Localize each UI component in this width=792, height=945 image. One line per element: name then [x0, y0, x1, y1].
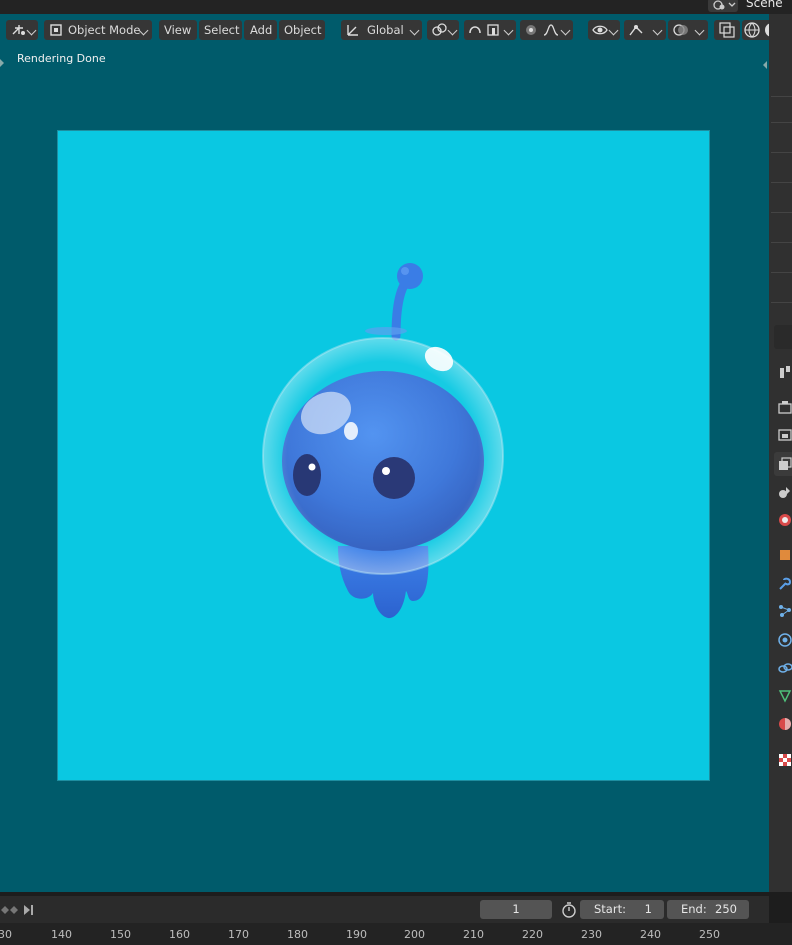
end-frame-field[interactable]: End: 250: [667, 900, 749, 919]
falloff-curve-icon: [543, 24, 559, 36]
world-properties-icon[interactable]: [778, 513, 792, 527]
object-properties-icon[interactable]: [778, 548, 792, 562]
tool-properties-icon[interactable]: [778, 365, 792, 379]
render-properties-icon[interactable]: [778, 400, 792, 414]
visibility-icon: [592, 25, 608, 35]
ruler-tick: 160: [169, 928, 190, 941]
output-properties-icon[interactable]: [778, 428, 792, 442]
modifier-icon[interactable]: [778, 577, 792, 591]
overlay-icon: [673, 24, 688, 36]
rendered-image: [57, 130, 710, 781]
toolbar-expand-icon[interactable]: [0, 59, 4, 67]
properties-editor-button[interactable]: [774, 325, 792, 349]
ruler-tick: 180: [287, 928, 308, 941]
ruler-tick: 190: [346, 928, 367, 941]
transform-orientation-dropdown[interactable]: Global: [341, 20, 422, 40]
visibility-dropdown[interactable]: [588, 20, 620, 40]
pivot-point-dropdown[interactable]: [427, 20, 459, 40]
ruler-tick: 230: [581, 928, 602, 941]
top-bar: [0, 0, 792, 14]
editor-type-button[interactable]: [6, 20, 38, 40]
ruler-tick: 170: [228, 928, 249, 941]
menu-add[interactable]: Add: [244, 20, 277, 40]
snap-group[interactable]: [464, 20, 516, 40]
mode-dropdown[interactable]: Object Mode: [44, 20, 152, 40]
ruler-tick: 250: [699, 928, 720, 941]
proportional-edit-icon: [526, 25, 536, 35]
scene-selector-button[interactable]: [708, 0, 738, 12]
scene-properties-icon[interactable]: [778, 485, 792, 499]
scene-icon: [713, 0, 736, 10]
texture-icon[interactable]: [778, 753, 792, 767]
ruler-tick: 210: [463, 928, 484, 941]
pivot-point-icon: [432, 23, 447, 36]
particles-icon[interactable]: [778, 604, 792, 618]
alien-character-render: [262, 263, 504, 619]
keyframe-jump-icon[interactable]: [0, 901, 40, 919]
sidebar-expand-icon[interactable]: [763, 61, 767, 69]
ruler-tick: 220: [522, 928, 543, 941]
start-frame-field[interactable]: Start: 1: [580, 900, 664, 919]
wireframe-shading-icon: [744, 22, 760, 38]
mode-label: Object Mode: [68, 23, 141, 37]
stopwatch-icon[interactable]: [560, 901, 578, 919]
snap-target-icon: [487, 24, 499, 36]
xray-icon: [719, 22, 735, 38]
ruler-tick: 30: [0, 928, 12, 941]
xray-toggle[interactable]: [714, 20, 740, 40]
overlay-toggle[interactable]: [668, 20, 708, 40]
material-icon[interactable]: [778, 717, 792, 731]
gizmo-toggle[interactable]: [624, 20, 666, 40]
snap-icon: [469, 26, 481, 34]
ruler-tick: 240: [640, 928, 661, 941]
ruler-tick: 140: [51, 928, 72, 941]
render-status-text: Rendering Done: [17, 52, 106, 65]
object-mode-icon: [50, 24, 62, 36]
object-data-icon[interactable]: [778, 689, 792, 703]
ruler-tick: 200: [404, 928, 425, 941]
view-layer-icon[interactable]: [778, 457, 792, 471]
menu-object[interactable]: Object: [279, 20, 325, 40]
constraints-icon[interactable]: [778, 661, 792, 675]
physics-icon[interactable]: [778, 633, 792, 647]
menu-view[interactable]: View: [159, 20, 197, 40]
current-frame-field[interactable]: 1: [480, 900, 552, 919]
menu-select[interactable]: Select: [199, 20, 242, 40]
scene-name[interactable]: Scene: [746, 0, 783, 10]
ruler-tick: 150: [110, 928, 131, 941]
orientation-label: Global: [367, 23, 404, 37]
gizmo-icon: [629, 25, 643, 36]
proportional-edit-group[interactable]: [520, 20, 573, 40]
transform-orientation-icon: [347, 25, 358, 36]
